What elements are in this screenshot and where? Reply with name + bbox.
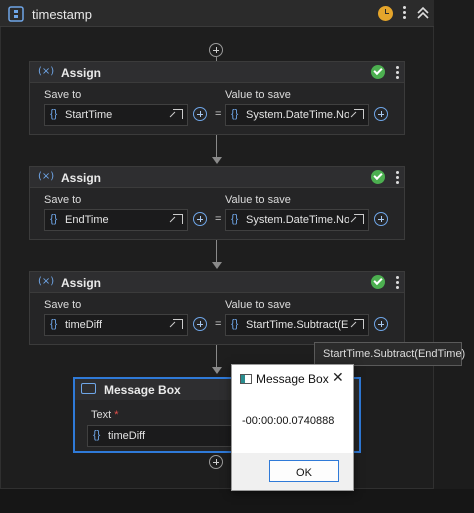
more-options-icon[interactable] [394, 275, 400, 291]
dialog-message: -00:00:00.0740888 [242, 415, 335, 427]
variable-icon: {} [231, 213, 239, 225]
assign-header: (×) Assign [30, 62, 404, 83]
assign-title: Assign [61, 171, 102, 185]
variable-icon: {} [50, 213, 58, 225]
assign-activity-3[interactable]: (×) Assign Save to Value to save {} time… [29, 271, 405, 345]
connector-line [216, 345, 217, 368]
assign-icon: (×) [38, 171, 55, 182]
assign-title: Assign [61, 66, 102, 80]
message-box-icon [81, 383, 96, 394]
expand-icon[interactable] [173, 319, 183, 329]
window-icon [240, 374, 252, 384]
variable-icon: {} [231, 318, 239, 330]
variable-icon: {} [50, 318, 58, 330]
connector-arrow [212, 262, 222, 269]
save-to-label: Save to [44, 89, 82, 101]
message-box-dialog: Message Box ✕ -00:00:00.0740888 OK [231, 364, 354, 491]
more-options-icon[interactable] [400, 4, 408, 22]
sequence-icon [8, 6, 24, 22]
save-to-input[interactable]: {} EndTime [44, 209, 188, 231]
save-to-input[interactable]: {} StartTime [44, 104, 188, 126]
expand-icon[interactable] [354, 319, 364, 329]
required-marker: * [114, 409, 119, 421]
text-input[interactable]: {} timeDiff [87, 425, 237, 447]
connector-line [216, 240, 217, 263]
assign-activity-1[interactable]: (×) Assign Save to Value to save {} Star… [29, 61, 405, 135]
plus-menu-icon[interactable] [374, 317, 388, 331]
sequence-title[interactable]: timestamp [32, 7, 92, 22]
dialog-title: Message Box [256, 372, 329, 386]
add-activity-icon[interactable] [209, 43, 223, 57]
plus-menu-icon[interactable] [193, 107, 207, 121]
connector-line [216, 135, 217, 158]
expand-icon[interactable] [173, 109, 183, 119]
plus-menu-icon[interactable] [374, 107, 388, 121]
equals-sign: = [215, 318, 222, 330]
value-to-save-input[interactable]: {} System.DateTime.Now [225, 104, 369, 126]
variable-icon: {} [231, 108, 239, 120]
expand-icon[interactable] [354, 214, 364, 224]
close-icon[interactable]: ✕ [332, 370, 344, 386]
value-to-save-label: Value to save [225, 299, 291, 311]
variable-icon: {} [50, 108, 58, 120]
valid-check-icon [371, 65, 385, 79]
assign-icon: (×) [38, 276, 55, 287]
add-activity-icon[interactable] [209, 455, 223, 469]
plus-menu-icon[interactable] [374, 212, 388, 226]
sequence-header: timestamp [0, 0, 434, 27]
valid-check-icon [371, 275, 385, 289]
save-to-label: Save to [44, 194, 82, 206]
more-options-icon[interactable] [394, 65, 400, 81]
save-to-input[interactable]: {} timeDiff [44, 314, 188, 336]
ok-button[interactable]: OK [269, 460, 339, 482]
assign-icon: (×) [38, 66, 55, 77]
assign-activity-2[interactable]: (×) Assign Save to Value to save {} EndT… [29, 166, 405, 240]
expression-tooltip: StartTime.Subtract(EndTime) [314, 342, 465, 366]
variable-icon: {} [93, 429, 101, 441]
value-to-save-label: Value to save [225, 194, 291, 206]
plus-menu-icon[interactable] [193, 212, 207, 226]
assign-header: (×) Assign [30, 167, 404, 188]
expand-icon[interactable] [354, 109, 364, 119]
valid-check-icon [371, 170, 385, 184]
plus-menu-icon[interactable] [193, 317, 207, 331]
dialog-content: Message Box ✕ -00:00:00.0740888 [232, 365, 353, 453]
assign-header: (×) Assign [30, 272, 404, 293]
more-options-icon[interactable] [394, 170, 400, 186]
clock-icon[interactable] [378, 6, 393, 21]
text-label: Text * [91, 409, 119, 421]
equals-sign: = [215, 213, 222, 225]
value-to-save-label: Value to save [225, 89, 291, 101]
bottom-strip [0, 489, 474, 513]
assign-title: Assign [61, 276, 102, 290]
value-to-save-input[interactable]: {} System.DateTime.Now [225, 209, 369, 231]
connector-arrow [212, 367, 222, 374]
save-to-label: Save to [44, 299, 82, 311]
message-box-title: Message Box [104, 383, 181, 397]
equals-sign: = [215, 108, 222, 120]
value-to-save-input[interactable]: {} StartTime.Subtract(EndTime) [225, 314, 369, 336]
collapse-icon[interactable] [416, 5, 430, 21]
connector-arrow [212, 157, 222, 164]
expand-icon[interactable] [173, 214, 183, 224]
